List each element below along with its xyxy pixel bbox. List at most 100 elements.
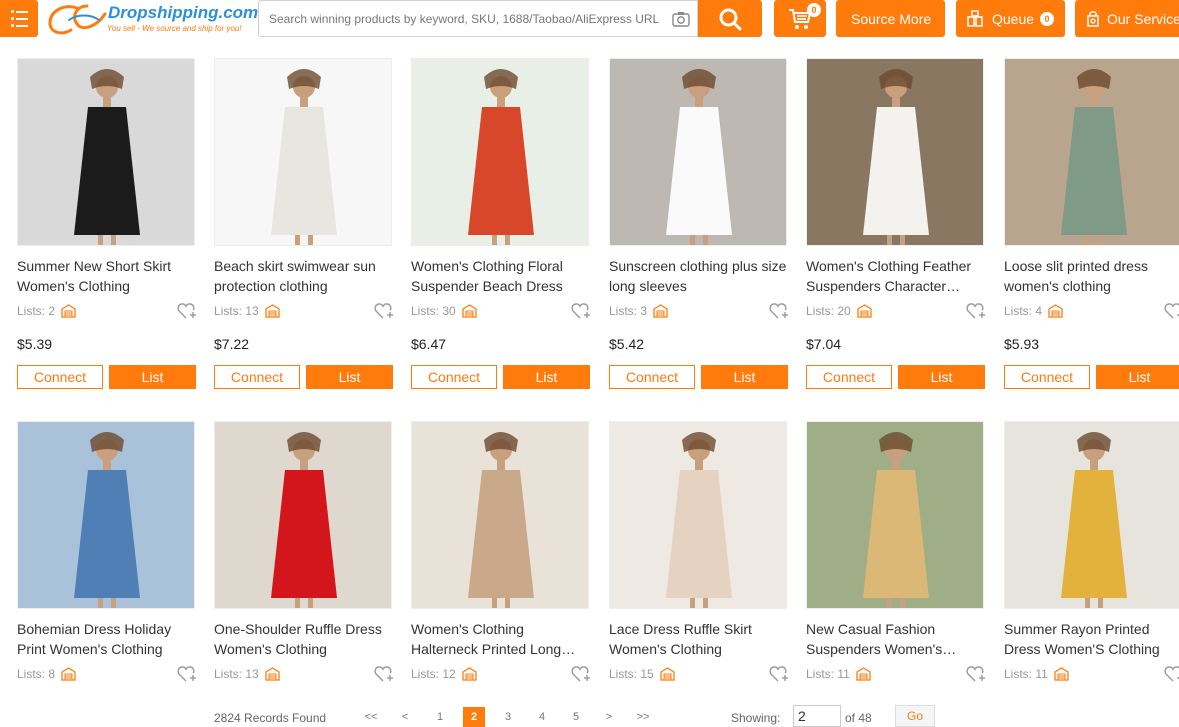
warehouse-icon bbox=[1054, 667, 1069, 681]
warehouse-icon bbox=[856, 667, 871, 681]
product-image[interactable] bbox=[1004, 421, 1179, 609]
product-title[interactable]: Bohemian Dress Holiday Print Women's Clo… bbox=[17, 619, 196, 659]
add-to-favorites-icon[interactable] bbox=[769, 302, 789, 320]
add-to-favorites-icon[interactable] bbox=[966, 665, 986, 683]
product-title[interactable]: Beach skirt swimwear sun protection clot… bbox=[214, 256, 393, 296]
add-to-favorites-icon[interactable] bbox=[177, 302, 197, 320]
page-link-2[interactable]: 2 bbox=[463, 707, 485, 727]
add-to-favorites-icon[interactable] bbox=[177, 665, 197, 683]
product-title[interactable]: Summer Rayon Printed Dress Women'S Cloth… bbox=[1004, 619, 1179, 659]
queue-button[interactable]: Queue 0 bbox=[956, 0, 1065, 37]
product-image[interactable] bbox=[214, 421, 392, 609]
product-title[interactable]: Summer New Short Skirt Women's Clothing bbox=[17, 256, 196, 296]
product-title[interactable]: Women's Clothing Halterneck Printed Long… bbox=[411, 619, 590, 659]
connect-button[interactable]: Connect bbox=[17, 365, 103, 389]
connect-button[interactable]: Connect bbox=[1004, 365, 1090, 389]
lists-count-label: Lists: 2 bbox=[17, 304, 56, 318]
add-to-favorites-icon[interactable] bbox=[374, 302, 394, 320]
product-image[interactable] bbox=[214, 58, 392, 246]
product-title[interactable]: Women's Clothing Floral Suspender Beach … bbox=[411, 256, 590, 296]
product-card[interactable]: Summer Rayon Printed Dress Women'S Cloth… bbox=[1004, 421, 1179, 701]
add-to-favorites-icon[interactable] bbox=[966, 302, 986, 320]
list-button[interactable]: List bbox=[701, 365, 788, 389]
lists-count-label: Lists: 11 bbox=[1004, 667, 1048, 681]
product-image[interactable] bbox=[806, 58, 984, 246]
warehouse-icon bbox=[660, 667, 675, 681]
page-link-4[interactable]: 4 bbox=[531, 707, 553, 727]
page-link-3[interactable]: 3 bbox=[497, 707, 519, 727]
logo-tagline: You sell - We source and ship for you! bbox=[107, 24, 242, 33]
lists-count: Lists: 4 bbox=[1004, 304, 1063, 318]
search-input[interactable] bbox=[259, 1, 665, 36]
list-button[interactable]: List bbox=[1096, 365, 1179, 389]
product-card[interactable]: Women's Clothing Halterneck Printed Long… bbox=[411, 421, 590, 701]
product-title[interactable]: Loose slit printed dress women's clothin… bbox=[1004, 256, 1179, 296]
site-logo[interactable]: Dropshipping.com You sell - We source an… bbox=[47, 0, 258, 40]
product-card[interactable]: Loose slit printed dress women's clothin… bbox=[1004, 58, 1179, 389]
list-button[interactable]: List bbox=[898, 365, 985, 389]
lists-count-label: Lists: 12 bbox=[411, 667, 456, 681]
product-image[interactable] bbox=[17, 58, 195, 246]
add-to-favorites-icon[interactable] bbox=[769, 665, 789, 683]
page-number-input[interactable] bbox=[793, 705, 841, 727]
product-price: $5.39 bbox=[17, 336, 53, 352]
add-to-favorites-icon[interactable] bbox=[1164, 665, 1179, 683]
connect-button[interactable]: Connect bbox=[609, 365, 695, 389]
page-link-1[interactable]: 1 bbox=[429, 707, 451, 727]
lists-count-label: Lists: 13 bbox=[214, 304, 259, 318]
top-header: Dropshipping.com You sell - We source an… bbox=[0, 0, 1179, 44]
lists-count: Lists: 11 bbox=[806, 667, 871, 681]
connect-button[interactable]: Connect bbox=[411, 365, 497, 389]
product-image[interactable] bbox=[609, 421, 787, 609]
prev-page-link[interactable]: < bbox=[394, 707, 416, 727]
list-button[interactable]: List bbox=[109, 365, 196, 389]
cart-button[interactable]: 0 bbox=[774, 0, 826, 37]
add-to-favorites-icon[interactable] bbox=[571, 665, 591, 683]
lists-count: Lists: 20 bbox=[806, 304, 872, 318]
product-title[interactable]: New Casual Fashion Suspenders Women's Ju… bbox=[806, 619, 985, 659]
product-card[interactable]: Women's Clothing Feather Suspenders Char… bbox=[806, 58, 985, 389]
our-service-button[interactable]: Our Service bbox=[1075, 0, 1179, 37]
product-image[interactable] bbox=[17, 421, 195, 609]
product-image[interactable] bbox=[411, 421, 589, 609]
menu-button[interactable] bbox=[0, 0, 38, 37]
connect-button[interactable]: Connect bbox=[214, 365, 300, 389]
page-link-5[interactable]: 5 bbox=[565, 707, 587, 727]
first-page-link[interactable]: << bbox=[360, 707, 382, 727]
add-to-favorites-icon[interactable] bbox=[374, 665, 394, 683]
product-card[interactable]: Sunscreen clothing plus size long sleeve… bbox=[609, 58, 788, 389]
source-more-button[interactable]: Source More bbox=[836, 0, 945, 37]
product-card[interactable]: New Casual Fashion Suspenders Women's Ju… bbox=[806, 421, 985, 701]
lists-count-label: Lists: 3 bbox=[609, 304, 648, 318]
product-image[interactable] bbox=[806, 421, 984, 609]
add-to-favorites-icon[interactable] bbox=[1164, 302, 1179, 320]
product-image[interactable] bbox=[411, 58, 589, 246]
product-card[interactable]: Bohemian Dress Holiday Print Women's Clo… bbox=[17, 421, 196, 701]
product-price: $7.04 bbox=[806, 336, 842, 352]
go-button[interactable]: Go bbox=[895, 705, 935, 727]
connect-button[interactable]: Connect bbox=[806, 365, 892, 389]
product-title[interactable]: Lace Dress Ruffle Skirt Women's Clothing bbox=[609, 619, 788, 659]
last-page-link[interactable]: >> bbox=[632, 707, 654, 727]
product-price: $7.22 bbox=[214, 336, 250, 352]
product-card[interactable]: Beach skirt swimwear sun protection clot… bbox=[214, 58, 393, 389]
add-to-favorites-icon[interactable] bbox=[571, 302, 591, 320]
product-image[interactable] bbox=[1004, 58, 1179, 246]
list-button[interactable]: List bbox=[503, 365, 590, 389]
list-button[interactable]: List bbox=[306, 365, 393, 389]
camera-icon[interactable] bbox=[665, 1, 697, 36]
lists-count-label: Lists: 20 bbox=[806, 304, 851, 318]
product-card[interactable]: Summer New Short Skirt Women's Clothing L… bbox=[17, 58, 196, 389]
showing-label: Showing: bbox=[731, 711, 781, 725]
product-title[interactable]: Sunscreen clothing plus size long sleeve… bbox=[609, 256, 788, 296]
product-image[interactable] bbox=[609, 58, 787, 246]
lists-count-label: Lists: 11 bbox=[806, 667, 850, 681]
product-card[interactable]: Women's Clothing Floral Suspender Beach … bbox=[411, 58, 590, 389]
product-card[interactable]: One-Shoulder Ruffle Dress Women's Clothi… bbox=[214, 421, 393, 701]
product-title[interactable]: One-Shoulder Ruffle Dress Women's Clothi… bbox=[214, 619, 393, 659]
warehouse-icon bbox=[462, 304, 477, 318]
search-button[interactable] bbox=[698, 0, 762, 37]
next-page-link[interactable]: > bbox=[598, 707, 620, 727]
product-card[interactable]: Lace Dress Ruffle Skirt Women's Clothing… bbox=[609, 421, 788, 701]
product-title[interactable]: Women's Clothing Feather Suspenders Char… bbox=[806, 256, 985, 296]
